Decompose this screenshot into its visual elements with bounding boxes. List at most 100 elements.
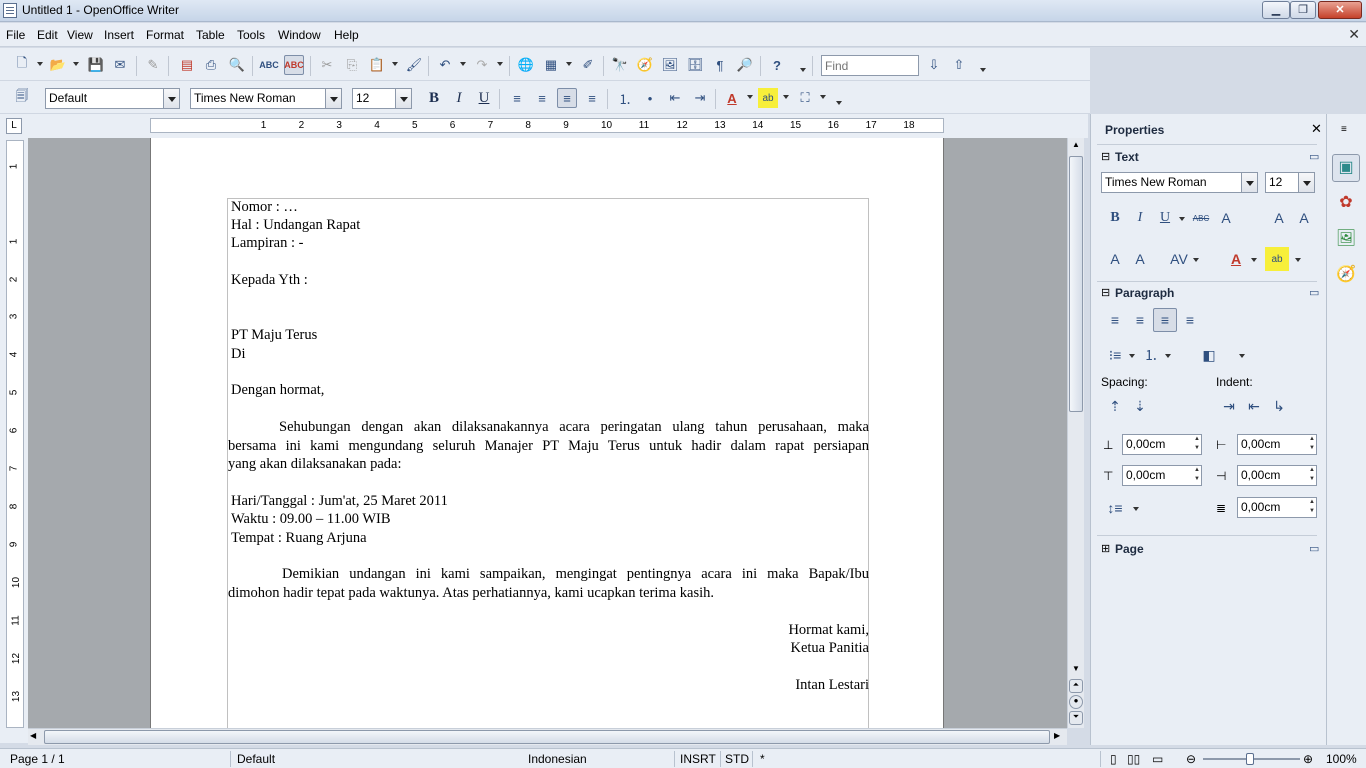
undo-icon[interactable]: ↶ xyxy=(435,55,455,75)
strikethrough-icon[interactable]: ABC xyxy=(1189,206,1213,230)
clone-formatting-icon[interactable]: 🖌 xyxy=(404,55,424,75)
more-options-icon[interactable]: ▭ xyxy=(1309,542,1319,555)
doc-line[interactable]: Hal : Undangan Rapat xyxy=(231,217,360,234)
horizontal-ruler[interactable]: 1 2 3 4 5 6 7 8 9 10 11 12 13 14 15 16 17 18 xyxy=(150,118,944,133)
properties-deck-icon[interactable]: ▣ xyxy=(1332,154,1360,182)
hanging-indent-icon[interactable]: ↳ xyxy=(1267,394,1291,418)
align-center-icon[interactable]: ≡ xyxy=(532,88,552,108)
align-left-icon[interactable]: ≡ xyxy=(1103,308,1127,332)
data-sources-icon[interactable]: 🗄 xyxy=(685,55,705,75)
chevron-down-icon[interactable] xyxy=(325,89,341,108)
doc-line[interactable]: Ketua Panitia xyxy=(569,640,869,657)
decrease-spacing-icon[interactable]: ⇣ xyxy=(1128,394,1152,418)
menu-insert[interactable]: Insert xyxy=(104,28,134,42)
horizontal-scrollbar[interactable]: ◀ ▶ xyxy=(28,728,1067,745)
chevron-down-icon[interactable] xyxy=(163,89,179,108)
insert-mode[interactable]: INSRT xyxy=(680,752,716,766)
doc-line[interactable]: Dengan hormat, xyxy=(231,382,324,399)
scroll-left-icon[interactable]: ◀ xyxy=(30,731,36,740)
menu-format[interactable]: Format xyxy=(146,28,184,42)
menu-view[interactable]: View xyxy=(67,28,93,42)
shadow-icon[interactable]: A xyxy=(1214,206,1238,230)
email-icon[interactable]: ✉ xyxy=(110,55,130,75)
increase-indent-icon[interactable]: ⇥ xyxy=(690,88,710,108)
more-options-icon[interactable]: ▭ xyxy=(1309,286,1319,299)
zoom-slider-handle[interactable] xyxy=(1246,753,1254,765)
close-icon[interactable]: ✕ xyxy=(1311,121,1322,137)
formatting-marks-icon[interactable]: ¶ xyxy=(710,55,730,75)
autospellcheck-icon[interactable]: ABC xyxy=(284,55,304,75)
italic-icon[interactable]: I xyxy=(449,88,469,108)
tab-type-icon[interactable]: L xyxy=(6,118,22,134)
underline-icon[interactable]: U xyxy=(1153,206,1177,230)
below-spacing-input[interactable]: 0,00cm xyxy=(1122,465,1202,486)
font-size-select[interactable]: 12 xyxy=(352,88,412,109)
sidebar-font-select[interactable]: Times New Roman xyxy=(1101,172,1258,193)
doc-line[interactable]: Hormat kami, xyxy=(569,622,869,639)
character-spacing-icon[interactable]: AV xyxy=(1167,247,1191,271)
edit-file-icon[interactable]: ✎ xyxy=(143,55,163,75)
print-preview-icon[interactable]: 🔍 xyxy=(227,55,247,75)
numbering-icon[interactable]: ⒈ xyxy=(615,88,635,108)
doc-line[interactable]: yang akan dilaksanakan pada: xyxy=(228,456,402,473)
doc-line[interactable]: Sehubungan dengan akan dilaksanakannya a… xyxy=(279,419,869,436)
zoom-out-icon[interactable]: ⊖ xyxy=(1186,752,1196,766)
chevron-down-icon[interactable] xyxy=(395,89,411,108)
font-color-icon[interactable]: A xyxy=(722,88,742,108)
justify-icon[interactable]: ≡ xyxy=(1178,308,1202,332)
first-line-indent-input[interactable]: 0,00cm xyxy=(1237,497,1317,518)
decrease-indent-icon[interactable]: ⇤ xyxy=(1242,394,1266,418)
align-right-icon[interactable]: ≡ xyxy=(557,88,577,108)
help-icon[interactable]: ? xyxy=(767,55,787,75)
navigator-icon[interactable]: 🧭 xyxy=(635,55,655,75)
paragraph-background-icon[interactable]: ◧ xyxy=(1197,343,1221,367)
new-document-icon[interactable]: 🗋 xyxy=(12,55,32,75)
language[interactable]: Indonesian xyxy=(528,752,587,766)
menu-table[interactable]: Table xyxy=(196,28,225,42)
scrollbar-thumb[interactable] xyxy=(44,730,1050,744)
align-right-icon[interactable]: ≡ xyxy=(1153,308,1177,332)
zoom-level[interactable]: 100% xyxy=(1326,752,1357,766)
menu-file[interactable]: File xyxy=(6,28,25,42)
font-name-select[interactable]: Times New Roman xyxy=(190,88,342,109)
above-spacing-input[interactable]: 0,00cm xyxy=(1122,434,1202,455)
justify-icon[interactable]: ≡ xyxy=(582,88,602,108)
text-section-header[interactable]: Text xyxy=(1115,150,1139,164)
after-indent-input[interactable]: 0,00cm xyxy=(1237,465,1317,486)
underline-icon[interactable]: U xyxy=(474,88,494,108)
doc-line[interactable]: Hari/Tanggal : Jum'at, 25 Maret 2011 xyxy=(231,493,448,510)
print-icon[interactable]: ⎙ xyxy=(201,55,221,75)
copy-icon[interactable]: ⎘ xyxy=(342,55,362,75)
close-document-icon[interactable]: ✕ xyxy=(1348,26,1360,43)
doc-line[interactable]: Di xyxy=(231,346,246,363)
paste-icon[interactable]: 📋 xyxy=(367,55,387,75)
line-spacing-icon[interactable]: ↕≡ xyxy=(1103,496,1127,520)
spellcheck-icon[interactable]: ABC xyxy=(259,55,279,75)
doc-line[interactable]: Tempat : Ruang Arjuna xyxy=(231,530,367,547)
doc-line[interactable]: PT Maju Terus xyxy=(231,327,317,344)
bold-icon[interactable]: B xyxy=(424,88,444,108)
before-indent-input[interactable]: 0,00cm xyxy=(1237,434,1317,455)
font-color-icon[interactable]: A xyxy=(1224,247,1248,271)
menu-help[interactable]: Help xyxy=(334,28,359,42)
doc-line[interactable]: bersama ini kami mengundang seluruh Mana… xyxy=(228,438,869,455)
bullets-icon[interactable]: ⁝≡ xyxy=(1103,343,1127,367)
background-color-icon[interactable]: ⛶ xyxy=(795,88,815,108)
document-area[interactable]: Nomor : … Hal : Undangan Rapat Lampiran … xyxy=(28,138,1067,728)
chevron-down-icon[interactable] xyxy=(1241,173,1257,192)
increase-spacing-icon[interactable]: ⇡ xyxy=(1103,394,1127,418)
minimize-button[interactable]: ▁ xyxy=(1262,1,1290,19)
chevron-down-icon[interactable] xyxy=(1298,173,1314,192)
menu-window[interactable]: Window xyxy=(278,28,321,42)
bullets-icon[interactable]: • xyxy=(640,88,660,108)
paragraph-style-select[interactable]: Default xyxy=(45,88,180,109)
vertical-scrollbar[interactable]: ▲ ▼ ⏶ ● ⏷ xyxy=(1067,138,1084,728)
maximize-button[interactable]: ❐ xyxy=(1290,1,1316,19)
doc-line[interactable]: Lampiran : - xyxy=(231,235,303,252)
scroll-up-icon[interactable]: ▲ xyxy=(1069,140,1083,152)
subscript-icon[interactable]: A xyxy=(1128,247,1152,271)
show-draw-functions-icon[interactable]: ✐ xyxy=(578,55,598,75)
expand-minus-icon[interactable]: ⊟ xyxy=(1101,286,1110,299)
doc-line[interactable]: Nomor : … xyxy=(231,199,298,216)
find-previous-icon[interactable]: ⇧ xyxy=(949,55,969,75)
